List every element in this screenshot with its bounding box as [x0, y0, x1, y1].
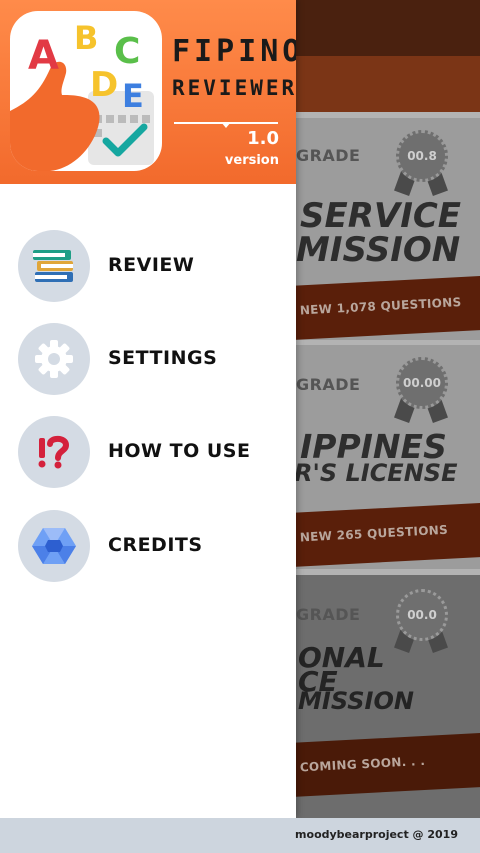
- menu-label-credits: CREDITS: [108, 534, 203, 556]
- card-banner[interactable]: NEW 265 QUESTIONS: [288, 502, 480, 567]
- gear-icon: [18, 323, 90, 395]
- version-number: 1.0: [247, 128, 279, 149]
- logo-letter-d: D: [90, 65, 119, 105]
- card-title-line2: R'S LICENSE: [294, 459, 458, 487]
- score-badge: 00.8: [396, 130, 448, 182]
- app-title: FIPINO: [172, 34, 296, 69]
- app-logo: A B C D E: [10, 11, 162, 171]
- question-exclamation-icon: [18, 416, 90, 488]
- app-subtitle: REVIEWER: [172, 76, 296, 100]
- score-badge: 00.00: [396, 357, 448, 409]
- card-title-line3: MISSION: [298, 687, 414, 715]
- menu-label-how-to-use: HOW TO USE: [108, 440, 251, 462]
- divider-notch: [221, 122, 231, 128]
- score-badge: 00.0: [396, 589, 448, 641]
- menu-label-review: REVIEW: [108, 254, 195, 276]
- menu-item-settings[interactable]: SETTINGS: [0, 323, 296, 403]
- card-title-line2: MISSION: [296, 230, 461, 270]
- logo-letter-e: E: [122, 77, 144, 115]
- menu-item-how-to-use[interactable]: HOW TO USE: [0, 416, 296, 496]
- card-banner[interactable]: COMING SOON. . .: [288, 732, 480, 797]
- card-banner-label: NEW 265 QUESTIONS: [299, 522, 449, 545]
- navigation-drawer: A B C D E FIPINO REVIEWER 1.0 version RE…: [0, 0, 296, 818]
- footer-credit: moodybearproject @ 2019: [295, 828, 458, 841]
- footer: moodybearproject @ 2019: [0, 818, 480, 853]
- logo-letter-a: A: [28, 33, 59, 79]
- hexagon-icon: [18, 510, 90, 582]
- version-label: version: [224, 153, 279, 168]
- logo-letter-b: B: [74, 19, 99, 57]
- card-banner[interactable]: NEW 1,078 QUESTIONS: [288, 275, 480, 340]
- menu-label-settings: SETTINGS: [108, 347, 218, 369]
- card-banner-label: COMING SOON. . .: [299, 753, 426, 775]
- card-banner-label: NEW 1,078 QUESTIONS: [299, 295, 462, 318]
- menu-item-review[interactable]: REVIEW: [0, 230, 296, 310]
- drawer-header: A B C D E FIPINO REVIEWER 1.0 version: [0, 0, 296, 184]
- books-icon: [18, 230, 90, 302]
- menu-item-credits[interactable]: CREDITS: [0, 510, 296, 590]
